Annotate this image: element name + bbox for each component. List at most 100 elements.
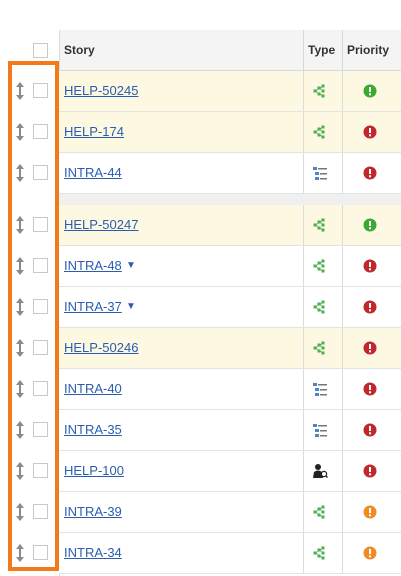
drag-handle-icon[interactable] — [14, 461, 26, 481]
priority-red-icon[interactable] — [363, 341, 377, 355]
table-row[interactable]: INTRA-35 — [59, 410, 401, 451]
table-row[interactable]: HELP-100 — [59, 451, 401, 492]
column-header-priority[interactable]: Priority — [347, 30, 389, 70]
drag-handle-icon[interactable] — [14, 338, 26, 358]
column-divider — [342, 410, 343, 450]
row-handle-gutter — [0, 0, 59, 576]
table-row[interactable]: INTRA-37 ▼ — [59, 287, 401, 328]
story-link[interactable]: INTRA-40 — [64, 369, 122, 409]
drag-handle-icon[interactable] — [14, 379, 26, 399]
story-branch-icon — [312, 299, 328, 315]
story-link[interactable]: INTRA-37 — [64, 287, 122, 327]
column-divider — [342, 328, 343, 368]
story-branch-icon — [312, 545, 328, 561]
priority-green-icon[interactable] — [363, 84, 377, 98]
column-divider — [342, 153, 343, 193]
column-divider — [342, 533, 343, 573]
table-row[interactable]: HELP-50247 — [59, 205, 401, 246]
priority-red-icon[interactable] — [363, 423, 377, 437]
story-link[interactable]: INTRA-34 — [64, 533, 122, 573]
row-select-checkbox[interactable] — [33, 381, 48, 396]
column-divider — [303, 410, 304, 450]
story-branch-icon — [312, 258, 328, 274]
priority-red-icon[interactable] — [363, 382, 377, 396]
column-divider — [303, 246, 304, 286]
story-link[interactable]: INTRA-44 — [64, 153, 122, 193]
table-row[interactable]: INTRA-40 — [59, 369, 401, 410]
table-row[interactable]: INTRA-44 — [59, 153, 401, 194]
story-link[interactable]: INTRA-48 — [64, 246, 122, 286]
story-branch-icon — [312, 504, 328, 520]
checklist-icon — [312, 422, 328, 438]
story-link[interactable]: HELP-174 — [64, 112, 124, 152]
drag-handle-icon[interactable] — [14, 163, 26, 183]
drag-handle-icon[interactable] — [14, 502, 26, 522]
column-divider — [303, 153, 304, 193]
table-row[interactable]: INTRA-34 — [59, 533, 401, 574]
row-select-checkbox[interactable] — [33, 83, 48, 98]
story-link[interactable]: HELP-50247 — [64, 205, 138, 245]
priority-red-icon[interactable] — [363, 125, 377, 139]
column-divider — [342, 205, 343, 245]
priority-red-icon[interactable] — [363, 259, 377, 273]
priority-red-icon[interactable] — [363, 300, 377, 314]
story-branch-icon — [312, 124, 328, 140]
column-divider — [342, 451, 343, 491]
checklist-icon — [312, 381, 328, 397]
row-select-checkbox[interactable] — [33, 422, 48, 437]
priority-orange-icon[interactable] — [363, 505, 377, 519]
column-divider — [303, 533, 304, 573]
priority-red-icon[interactable] — [363, 166, 377, 180]
column-header-story[interactable]: Story — [64, 30, 95, 70]
story-branch-icon — [312, 217, 328, 233]
story-link[interactable]: HELP-100 — [64, 451, 124, 491]
drag-handle-icon[interactable] — [14, 81, 26, 101]
table-row[interactable]: INTRA-39 — [59, 492, 401, 533]
drag-handle-icon[interactable] — [14, 297, 26, 317]
column-divider — [342, 369, 343, 409]
story-link[interactable]: INTRA-39 — [64, 492, 122, 532]
drag-handle-icon[interactable] — [14, 122, 26, 142]
table-row[interactable]: HELP-174 — [59, 112, 401, 153]
story-link[interactable]: HELP-50245 — [64, 71, 138, 111]
expand-caret-icon[interactable]: ▼ — [126, 246, 136, 286]
row-select-checkbox[interactable] — [33, 463, 48, 478]
select-all-checkbox[interactable] — [33, 43, 48, 58]
drag-handle-icon[interactable] — [14, 256, 26, 276]
table-row[interactable]: HELP-50246 — [59, 328, 401, 369]
row-select-checkbox[interactable] — [33, 545, 48, 560]
expand-caret-icon[interactable]: ▼ — [126, 287, 136, 327]
story-link[interactable]: HELP-50246 — [64, 328, 138, 368]
priority-red-icon[interactable] — [363, 464, 377, 478]
drag-handle-icon[interactable] — [14, 543, 26, 563]
column-divider — [303, 112, 304, 152]
drag-handle-icon[interactable] — [14, 420, 26, 440]
story-link[interactable]: INTRA-35 — [64, 410, 122, 450]
row-select-checkbox[interactable] — [33, 299, 48, 314]
column-divider — [342, 71, 343, 111]
checklist-icon — [312, 165, 328, 181]
row-select-checkbox[interactable] — [33, 165, 48, 180]
table-row[interactable]: INTRA-48 ▼ — [59, 246, 401, 287]
row-select-checkbox[interactable] — [33, 217, 48, 232]
column-divider — [342, 246, 343, 286]
table-row[interactable]: HELP-50245 — [59, 71, 401, 112]
column-header-type[interactable]: Type — [308, 30, 335, 70]
row-select-checkbox[interactable] — [33, 258, 48, 273]
row-select-checkbox[interactable] — [33, 124, 48, 139]
row-select-checkbox[interactable] — [33, 340, 48, 355]
column-divider — [303, 205, 304, 245]
column-divider — [303, 71, 304, 111]
row-select-checkbox[interactable] — [33, 504, 48, 519]
story-table-view: Story Type Priority HELP-50245 HELP-174 IN… — [0, 0, 401, 576]
column-divider — [303, 492, 304, 532]
column-divider — [342, 492, 343, 532]
priority-green-icon[interactable] — [363, 218, 377, 232]
drag-handle-icon[interactable] — [14, 215, 26, 235]
story-branch-icon — [312, 340, 328, 356]
priority-orange-icon[interactable] — [363, 546, 377, 560]
header-divider — [303, 30, 304, 71]
support-person-icon — [312, 463, 328, 479]
column-divider — [303, 328, 304, 368]
story-branch-icon — [312, 83, 328, 99]
